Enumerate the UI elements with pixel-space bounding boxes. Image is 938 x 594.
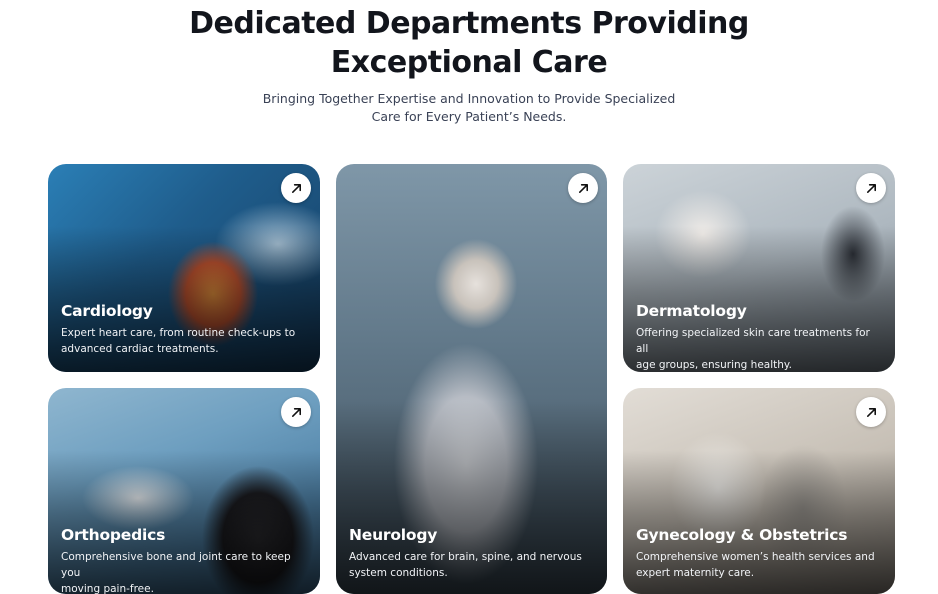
department-name: Gynecology & Obstetrics bbox=[636, 526, 848, 544]
arrow-up-right-icon[interactable] bbox=[856, 173, 886, 203]
section-subtitle: Bringing Together Expertise and Innovati… bbox=[0, 90, 938, 126]
department-description: Comprehensive women’s health services an… bbox=[636, 551, 875, 579]
department-name: Neurology bbox=[349, 526, 438, 544]
department-card-cardiology[interactable]: Cardiology Expert heart care, from routi… bbox=[48, 164, 320, 372]
section-title: Dedicated Departments Providing Exceptio… bbox=[0, 4, 938, 82]
arrow-up-right-icon[interactable] bbox=[856, 397, 886, 427]
department-card-dermatology[interactable]: Dermatology Offering specialized skin ca… bbox=[623, 164, 895, 372]
department-card-gynecology[interactable]: Gynecology & Obstetrics Comprehensive wo… bbox=[623, 388, 895, 594]
section-title-line-1: Dedicated Departments Providing bbox=[189, 6, 749, 41]
department-card-neurology[interactable]: Neurology Advanced care for brain, spine… bbox=[336, 164, 607, 594]
arrow-up-right-icon[interactable] bbox=[281, 173, 311, 203]
department-card-orthopedics[interactable]: Orthopedics Comprehensive bone and joint… bbox=[48, 388, 320, 594]
arrow-up-right-icon[interactable] bbox=[281, 397, 311, 427]
section-subtitle-line-1: Bringing Together Expertise and Innovati… bbox=[262, 91, 676, 106]
department-description: Comprehensive bone and joint care to kee… bbox=[61, 551, 291, 594]
arrow-up-right-icon[interactable] bbox=[568, 173, 598, 203]
department-name: Orthopedics bbox=[61, 526, 166, 544]
department-name: Cardiology bbox=[61, 302, 153, 320]
department-description: Advanced care for brain, spine, and nerv… bbox=[349, 551, 582, 579]
department-name: Dermatology bbox=[636, 302, 747, 320]
section-title-line-2: Exceptional Care bbox=[330, 45, 608, 80]
department-description: Expert heart care, from routine check-up… bbox=[61, 327, 296, 355]
section-subtitle-line-2: Care for Every Patient’s Needs. bbox=[371, 109, 567, 124]
department-description: Offering specialized skin care treatment… bbox=[636, 327, 870, 371]
